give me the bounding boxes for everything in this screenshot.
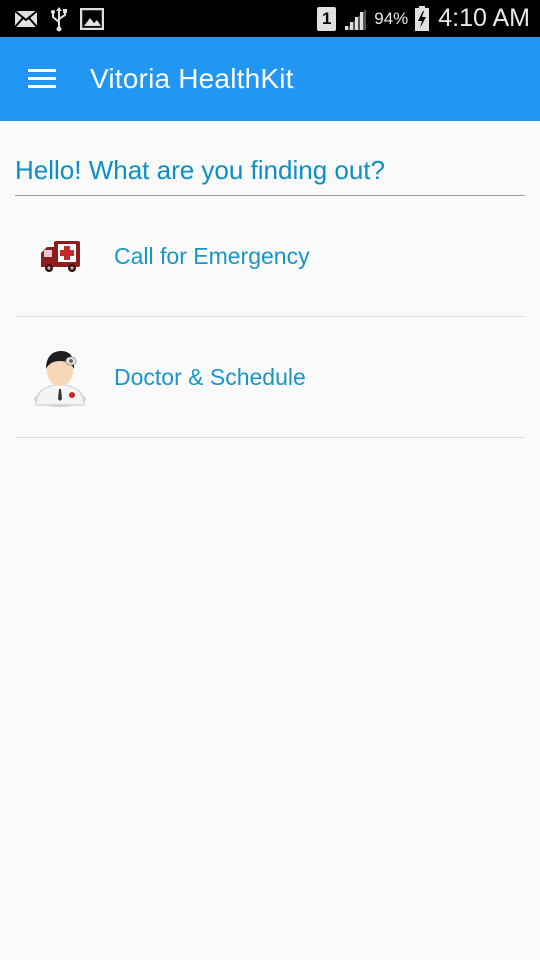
battery-percent: 94%: [374, 8, 409, 28]
doctor-icon: [15, 347, 114, 407]
list-item-doctor-schedule[interactable]: Doctor & Schedule: [15, 317, 525, 438]
main-content: Hello! What are you finding out? Call fo…: [15, 121, 525, 438]
clock-time: 4:10 AM: [438, 4, 530, 32]
status-bar: 1 94% 4:10 AM: [0, 0, 540, 37]
list-item-emergency[interactable]: Call for Emergency: [15, 196, 525, 317]
doctor-schedule-label: Doctor & Schedule: [114, 363, 306, 390]
battery-charging-icon: [414, 5, 430, 32]
app-bar: Vitoria HealthKit: [0, 37, 540, 121]
greeting-heading: Hello! What are you finding out?: [15, 121, 525, 196]
hamburger-menu-icon: [28, 69, 56, 89]
sim-slot-badge: 1: [317, 6, 337, 31]
ambulance-icon: [15, 239, 114, 273]
image-icon: [80, 7, 104, 30]
status-bar-right: 1 94% 4:10 AM: [317, 4, 540, 33]
signal-icon: [342, 7, 368, 31]
status-bar-left-icons: [0, 6, 104, 32]
usb-icon: [50, 6, 68, 32]
hamburger-menu-button[interactable]: [0, 37, 84, 121]
app-title: Vitoria HealthKit: [90, 63, 294, 94]
emergency-label: Call for Emergency: [114, 242, 310, 269]
mail-icon: [14, 9, 38, 28]
